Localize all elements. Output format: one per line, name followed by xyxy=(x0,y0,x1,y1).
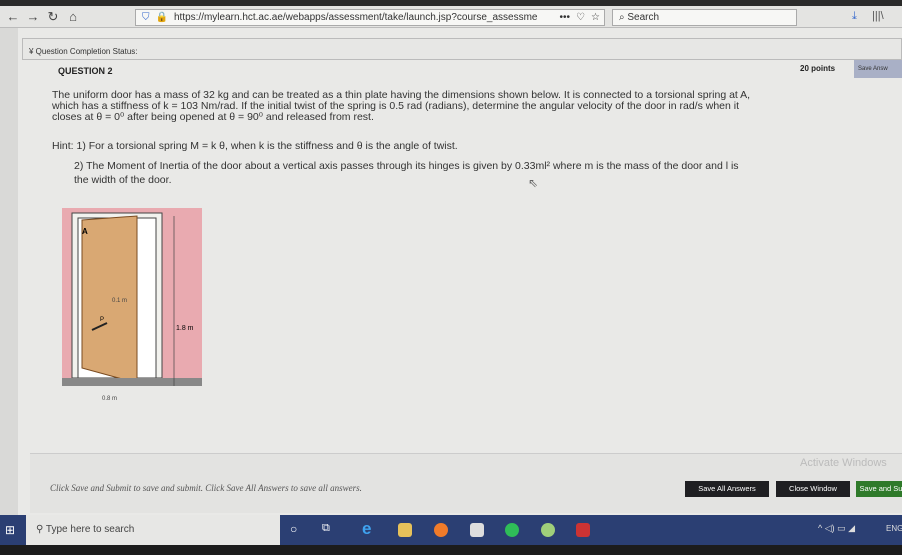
pocket-icon[interactable]: ♡ xyxy=(576,12,585,23)
browser-toolbar: ← → ↻ ⌂ ⛉ 🔒 https://mylearn.hct.ac.ae/we… xyxy=(0,6,902,28)
more-icon[interactable]: ••• xyxy=(560,12,571,23)
spotify-icon[interactable] xyxy=(505,523,519,537)
label-height: 1.8 m xyxy=(176,325,194,332)
store-icon[interactable] xyxy=(470,523,484,537)
taskbar-search[interactable]: ⚲ Type here to search xyxy=(26,515,280,545)
save-all-answers-button[interactable]: Save All Answers xyxy=(685,481,769,497)
footer-instruction: Click Save and Submit to save and submit… xyxy=(50,483,362,493)
mouse-cursor-icon: ⇖ xyxy=(528,176,539,190)
edge-icon[interactable]: e xyxy=(362,519,371,539)
firefox-icon[interactable] xyxy=(434,523,448,537)
url-text: https://mylearn.hct.ac.ae/webapps/assess… xyxy=(173,12,538,23)
task-view-icon[interactable]: ⧉ xyxy=(322,522,330,535)
hint-1: Hint: 1) For a torsional spring M = k θ,… xyxy=(52,140,458,152)
shield-icon: ⛉ xyxy=(142,12,150,23)
library-icon[interactable]: |||\ xyxy=(872,10,884,22)
home-icon[interactable]: ⌂ xyxy=(66,9,80,24)
tray-icons[interactable]: ^ ◁) ▭ ◢ xyxy=(818,523,855,534)
back-icon[interactable]: ← xyxy=(6,9,20,24)
taskbar: ⊞ ⚲ Type here to search ○ ⧉ e ^ ◁) ▭ ◢ E… xyxy=(0,515,902,545)
question-text: The uniform door has a mass of 32 kg and… xyxy=(52,89,751,123)
label-width: 0.8 m xyxy=(102,396,117,402)
activate-windows-watermark: Activate Windows xyxy=(800,457,887,469)
close-window-button[interactable]: Close Window xyxy=(776,481,850,497)
utorrent-icon[interactable] xyxy=(541,523,555,537)
question-points: 20 points xyxy=(800,64,836,73)
assessment-page: ¥ Question Completion Status: QUESTION 2… xyxy=(18,28,902,515)
file-explorer-icon[interactable] xyxy=(398,523,412,537)
search-input[interactable]: ⌕ Search xyxy=(612,9,797,26)
forward-icon[interactable]: → xyxy=(26,9,40,24)
lock-icon: 🔒 xyxy=(155,12,168,23)
windows-start-icon[interactable]: ⊞ xyxy=(5,523,15,537)
hint-2: 2) The Moment of Inertia of the door abo… xyxy=(74,160,739,186)
reload-icon[interactable]: ↻ xyxy=(46,9,60,25)
submit-footer: Activate Windows Click Save and Submit t… xyxy=(30,453,902,513)
address-bar[interactable]: ⛉ 🔒 https://mylearn.hct.ac.ae/webapps/as… xyxy=(135,9,605,26)
label-thickness: 0.1 m xyxy=(112,298,127,304)
taskbar-search-placeholder: Type here to search xyxy=(45,524,135,535)
label-p: P xyxy=(100,317,104,323)
screen-bezel-bottom xyxy=(0,545,902,555)
question-completion-status[interactable]: ¥ Question Completion Status: xyxy=(22,38,902,60)
bookmark-star-icon[interactable]: ☆ xyxy=(591,12,600,23)
download-icon[interactable]: ⤓ xyxy=(852,10,857,23)
save-answer-button[interactable]: Save Answ xyxy=(854,60,902,78)
search-placeholder: Search xyxy=(627,12,660,23)
label-a: A xyxy=(82,227,88,236)
door-diagram: A 0.1 m P 1.8 m 0.8 m xyxy=(62,208,202,402)
save-and-submit-button[interactable]: Save and Su xyxy=(856,481,902,497)
app-2019-icon[interactable] xyxy=(576,523,590,537)
language-indicator[interactable]: ENG xyxy=(886,524,902,533)
question-title: QUESTION 2 xyxy=(58,66,113,76)
cortana-icon[interactable]: ○ xyxy=(290,522,297,536)
